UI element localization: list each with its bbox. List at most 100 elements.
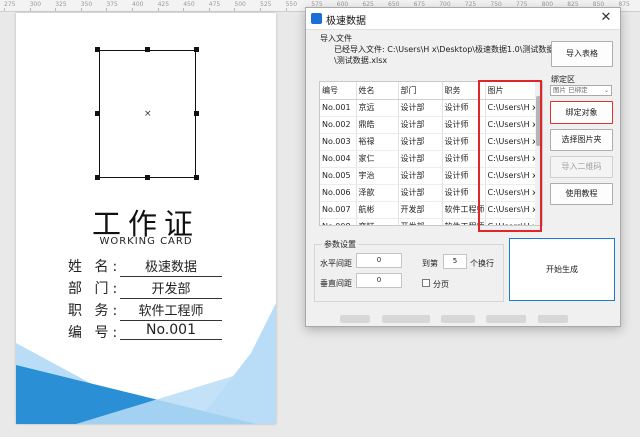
chevron-down-icon: ⌄ bbox=[603, 87, 609, 94]
ruler-tick-label: 550 bbox=[285, 1, 298, 8]
ruler-tick bbox=[4, 8, 5, 11]
status-bar-item bbox=[441, 315, 475, 323]
table-cell[interactable]: 设计部 bbox=[398, 99, 443, 117]
table-cell[interactable]: 裕禄 bbox=[356, 133, 399, 151]
ruler-tick-label: 350 bbox=[80, 1, 93, 8]
paging-checkbox[interactable] bbox=[422, 279, 430, 287]
field-value: 极速数据 bbox=[120, 256, 222, 277]
table-cell[interactable]: No.001 bbox=[320, 99, 357, 117]
image-column-highlight bbox=[478, 80, 542, 232]
select-image-folder-button[interactable]: 选择图片夹 bbox=[550, 129, 613, 151]
ruler-tick-label: 300 bbox=[29, 1, 42, 8]
ruler-tick-label: 425 bbox=[157, 1, 170, 8]
table-cell[interactable]: 鼎皓 bbox=[356, 116, 399, 134]
column-header[interactable]: 编号 bbox=[320, 82, 357, 100]
table-cell[interactable]: 家仁 bbox=[356, 150, 399, 168]
status-bar-item bbox=[382, 315, 430, 323]
param-group bbox=[314, 244, 504, 302]
ruler-tick-label: 275 bbox=[4, 1, 16, 8]
table-cell[interactable]: No.006 bbox=[320, 184, 357, 202]
table-cell[interactable]: 开发部 bbox=[398, 201, 443, 219]
start-generate-button[interactable]: 开始生成 bbox=[509, 238, 615, 301]
resize-handle[interactable] bbox=[145, 175, 150, 180]
v-spacing-input[interactable]: 0 bbox=[356, 273, 402, 288]
ruler-tick-label: 450 bbox=[183, 1, 195, 8]
table-cell[interactable]: 宇治 bbox=[356, 167, 399, 185]
resize-handle[interactable] bbox=[145, 47, 150, 52]
table-cell[interactable]: No.003 bbox=[320, 133, 357, 151]
ruler-tick-label: 500 bbox=[234, 1, 246, 8]
per-row-input[interactable]: 5 bbox=[443, 254, 467, 269]
field-name: 姓 名: 极速数据 bbox=[68, 256, 268, 277]
imported-file-path: 已经导入文件: C:\Users\H x\Desktop\极速数据1.0\测试数… bbox=[334, 45, 555, 65]
card-decoration bbox=[16, 303, 276, 424]
import-qr-button[interactable]: 导入二维码 bbox=[550, 156, 613, 178]
bind-object-button[interactable]: 绑定对象 bbox=[550, 101, 613, 124]
table-cell[interactable]: No.005 bbox=[320, 167, 357, 185]
window-title: 极速数据 bbox=[326, 16, 366, 27]
v-spacing-label: 垂直间距 bbox=[320, 279, 352, 288]
table-cell[interactable]: 奕钰 bbox=[356, 218, 399, 225]
table-cell[interactable]: 设计部 bbox=[398, 167, 443, 185]
resize-handle[interactable] bbox=[95, 175, 100, 180]
photo-placeholder[interactable]: × bbox=[99, 50, 196, 178]
table-cell[interactable]: 设计部 bbox=[398, 184, 443, 202]
table-cell[interactable]: No.008 bbox=[320, 218, 357, 225]
bind-select-value: 图片 已绑定 bbox=[553, 86, 588, 94]
ruler-tick bbox=[157, 8, 159, 11]
resize-handle[interactable] bbox=[194, 111, 199, 116]
ruler-tick-label: 400 bbox=[132, 1, 144, 8]
per-row-prefix-label: 到第 bbox=[422, 259, 438, 268]
status-bar-item bbox=[538, 315, 568, 323]
ruler-tick bbox=[29, 8, 31, 11]
column-header[interactable]: 部门 bbox=[398, 82, 443, 100]
close-icon[interactable]: ✕ bbox=[598, 10, 614, 26]
resize-handle[interactable] bbox=[194, 47, 199, 52]
ruler-tick-label: 475 bbox=[208, 1, 221, 8]
ruler-tick bbox=[106, 8, 108, 11]
table-cell[interactable]: 设计部 bbox=[398, 116, 443, 134]
field-department: 部 门: 开发部 bbox=[68, 278, 268, 299]
table-cell[interactable]: 开发部 bbox=[398, 218, 443, 225]
ruler-tick bbox=[260, 8, 261, 11]
ruler-tick-label: 525 bbox=[260, 1, 272, 8]
bind-select[interactable]: 图片 已绑定 ⌄ bbox=[550, 85, 612, 96]
app-icon bbox=[311, 13, 322, 24]
table-cell[interactable]: 设计部 bbox=[398, 150, 443, 168]
column-header[interactable]: 姓名 bbox=[356, 82, 399, 100]
ruler-tick-label: 325 bbox=[55, 1, 67, 8]
table-cell[interactable]: No.004 bbox=[320, 150, 357, 168]
ruler-tick-label: 375 bbox=[106, 1, 118, 8]
ruler-tick bbox=[80, 8, 82, 11]
table-cell[interactable]: No.007 bbox=[320, 201, 357, 219]
table-cell[interactable]: No.002 bbox=[320, 116, 357, 134]
per-row-suffix-label: 个换行 bbox=[470, 259, 494, 268]
app-window: 极速数据 ✕ 导入文件 已经导入文件: C:\Users\H x\Desktop… bbox=[305, 7, 621, 327]
field-label: 姓 名: bbox=[68, 259, 122, 275]
import-section-label: 导入文件 bbox=[320, 34, 352, 43]
resize-handle[interactable] bbox=[194, 175, 199, 180]
resize-handle[interactable] bbox=[95, 111, 100, 116]
ruler-tick bbox=[208, 8, 210, 11]
import-table-button[interactable]: 导入表格 bbox=[551, 41, 613, 67]
tutorial-button[interactable]: 使用教程 bbox=[550, 183, 613, 205]
table-cell[interactable]: 泽歆 bbox=[356, 184, 399, 202]
ruler-tick bbox=[183, 8, 185, 11]
table-cell[interactable]: 设计部 bbox=[398, 133, 443, 151]
table-cell[interactable]: 京远 bbox=[356, 99, 399, 117]
h-spacing-input[interactable]: 0 bbox=[356, 253, 402, 268]
id-card-canvas[interactable]: × 工作证 WORKING CARD 姓 名: 极速数据 部 门: 开发部 职 … bbox=[16, 13, 276, 424]
field-label: 部 门: bbox=[68, 281, 122, 297]
param-section-label: 参数设置 bbox=[322, 239, 358, 250]
ruler-tick bbox=[55, 8, 57, 11]
card-subtitle: WORKING CARD bbox=[99, 236, 193, 247]
field-value: 开发部 bbox=[120, 278, 222, 299]
center-marker-icon: × bbox=[144, 109, 152, 119]
resize-handle[interactable] bbox=[95, 47, 100, 52]
h-spacing-label: 水平间距 bbox=[320, 259, 352, 268]
ruler-tick bbox=[285, 8, 287, 11]
title-bar[interactable]: 极速数据 ✕ bbox=[306, 8, 620, 30]
status-bar-item bbox=[340, 315, 370, 323]
ruler-tick bbox=[234, 8, 236, 11]
table-cell[interactable]: 航彬 bbox=[356, 201, 399, 219]
